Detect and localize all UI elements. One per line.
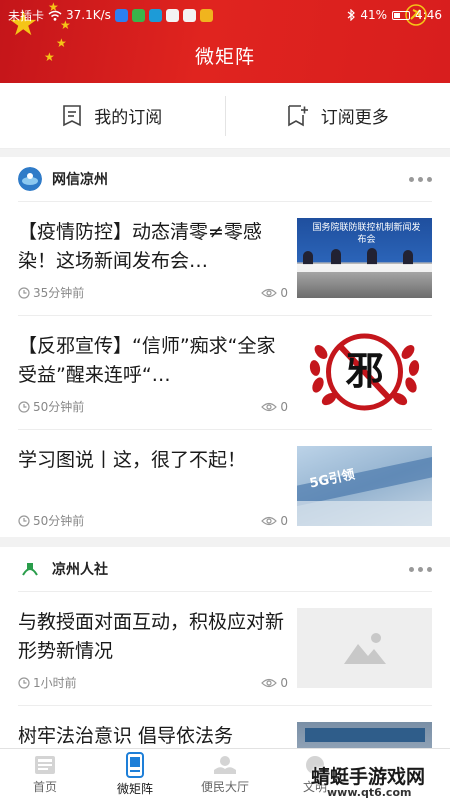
time-text: 35分钟前 [33,286,85,300]
news-title: 树牢法治意识 倡导依法务 [18,725,234,747]
subscription-bar: 我的订阅 订阅更多 [0,83,450,149]
more-options-icon[interactable] [409,176,432,182]
watermark-url: www.qt6.com [327,786,412,799]
notification-app-icon [165,8,179,22]
thumbnail-caption: 邪 [345,349,384,393]
news-meta: 50分钟前 0 [18,398,288,415]
clock-icon [18,286,30,299]
notification-app-icon [114,8,128,22]
news-thumbnail: 5G引领 [297,446,432,526]
source-logo-icon [18,167,42,191]
view-count: 0 [261,400,288,414]
status-bar: 未插卡 37.1K/s 41% 4:46 [0,3,450,27]
time-stamp: 50分钟前 [18,512,84,529]
eye-icon [261,402,278,411]
clock-icon [18,514,30,527]
news-title: 学习图说丨这，很了不起！ [18,449,247,471]
tab-matrix[interactable]: 微矩阵 [90,749,180,800]
news-meta: 1小时前 0 [18,674,288,691]
news-item[interactable]: 【反邪宣传】“信师”痴求“全家受益”醒来连呼“… 50分钟前 0 邪 [18,315,432,429]
bookmark-add-icon [287,104,308,126]
tab-label: 便民大厅 [200,780,249,794]
home-icon [35,756,55,774]
view-count: 0 [261,286,288,300]
source-header[interactable]: 网信凉州 [0,157,450,201]
notification-app-icon [131,8,145,22]
battery-percent: 41% [360,8,388,22]
news-title: 与教授面对面互动，积极应对新形势新情况 [18,611,285,662]
tab-label: 首页 [32,780,57,794]
news-thumbnail: 邪 [297,332,432,412]
view-count-text: 0 [280,513,288,528]
watermark-text: 蜻蜓手游戏网 [311,766,426,788]
image-placeholder-icon [344,633,386,664]
eye-icon [261,288,278,297]
eye-icon [261,678,278,687]
source-card: 凉州人社 与教授面对面互动，积极应对新形势新情况 1小时前 0 树牢法治意识 倡… [0,547,450,748]
more-subscription-label: 订阅更多 [320,108,389,128]
clock-icon [18,400,30,413]
news-title: 【疫情防控】动态清零≠零感染！这场新闻发布会… [18,221,262,272]
time-stamp: 50分钟前 [18,398,84,415]
time-text: 1小时前 [33,676,77,690]
site-watermark: 蜻蜓手游戏网 www.qt6.com [305,760,445,800]
view-count: 0 [261,514,288,528]
source-name: 网信凉州 [52,172,108,188]
app-header: ★ ★ ★ ★ ★ 未插卡 37.1K/s 41% 4:46 微矩阵 [0,0,450,83]
wifi-icon [48,10,62,21]
source-logo-icon [18,557,42,581]
more-options-icon[interactable] [409,566,432,572]
notification-app-icon [148,8,162,22]
bookmark-list-icon [63,104,82,126]
service-hall-icon [214,756,236,774]
matrix-icon [126,752,144,778]
bluetooth-icon [347,9,356,21]
eye-icon [261,516,278,525]
news-thumbnail: 国务院联防联控机制新闻发布会 [297,218,432,298]
news-thumbnail [297,608,432,688]
notification-app-icon [182,8,196,22]
clock-icon [18,676,30,689]
news-meta: 50分钟前 0 [18,512,288,529]
view-count-text: 0 [280,399,288,414]
tab-label: 微矩阵 [116,782,153,796]
view-count-text: 0 [280,675,288,690]
time-stamp: 1小时前 [18,674,77,691]
news-item[interactable]: 与教授面对面互动，积极应对新形势新情况 1小时前 0 [18,591,432,705]
time-stamp: 35分钟前 [18,284,84,301]
news-thumbnail [297,722,432,748]
source-card: 网信凉州 【疫情防控】动态清零≠零感染！这场新闻发布会… 35分钟前 0 国务院… [0,157,450,537]
carrier-text: 未插卡 [8,8,45,23]
view-count-text: 0 [280,285,288,300]
news-title: 【反邪宣传】“信师”痴求“全家受益”醒来连呼“… [18,335,276,386]
more-subscription-button[interactable]: 订阅更多 [226,83,450,148]
time-text: 50分钟前 [33,400,85,414]
news-item[interactable]: 【疫情防控】动态清零≠零感染！这场新闻发布会… 35分钟前 0 国务院联防联控机… [18,201,432,315]
source-header[interactable]: 凉州人社 [0,547,450,591]
page-title: 微矩阵 [194,46,255,68]
time-text: 50分钟前 [33,514,85,528]
tab-home[interactable]: 首页 [0,749,90,800]
notification-app-icon [199,8,213,22]
clock: 4:46 [415,8,442,22]
my-subscription-button[interactable]: 我的订阅 [0,83,225,148]
news-item[interactable]: 树牢法治意识 倡导依法务 [18,705,432,748]
battery-icon [392,10,411,20]
thumbnail-caption: 国务院联防联控机制新闻发布会 [312,223,421,245]
news-item[interactable]: 学习图说丨这，很了不起！ 50分钟前 0 5G引领 [18,429,432,543]
view-count: 0 [261,676,288,690]
tab-service-hall[interactable]: 便民大厅 [180,749,270,800]
news-meta: 35分钟前 0 [18,284,288,301]
my-subscription-label: 我的订阅 [94,108,163,128]
network-speed: 37.1K/s [66,8,111,22]
source-name: 凉州人社 [52,562,108,578]
